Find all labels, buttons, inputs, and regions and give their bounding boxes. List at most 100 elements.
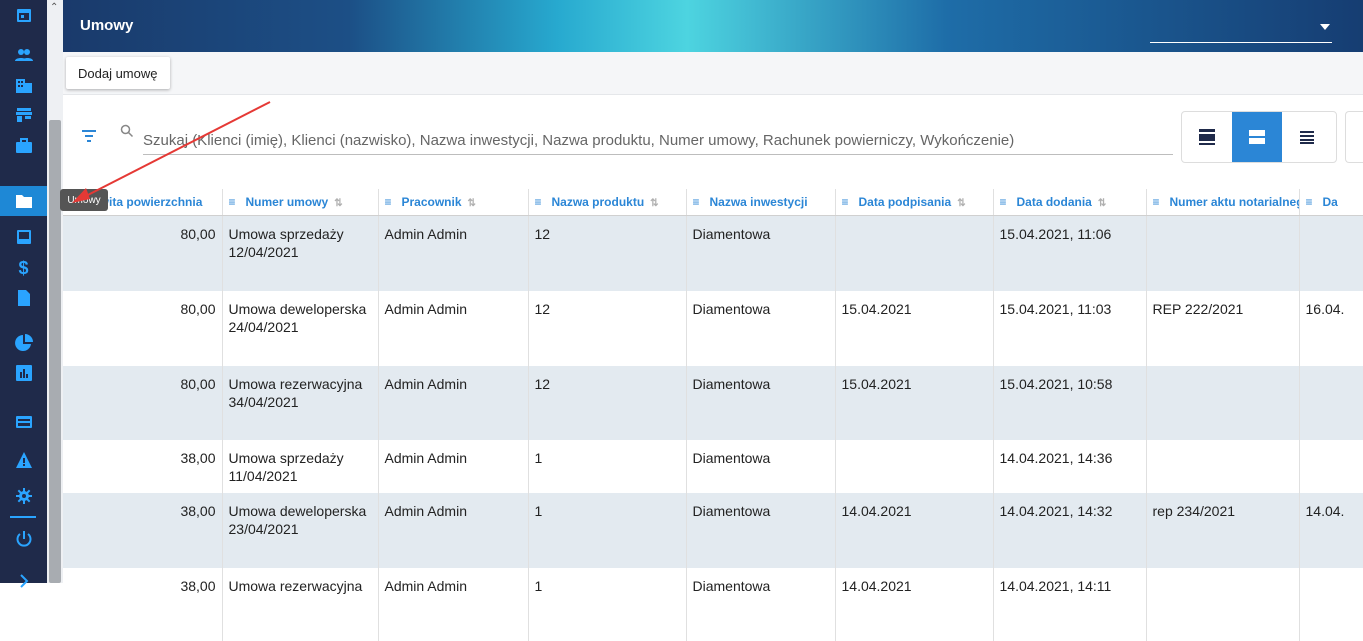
sidebar-tooltip: Umowy (60, 189, 108, 211)
table-cell: 15.04.2021, 11:06 (993, 215, 1147, 291)
sidebar-scrollbar[interactable]: ⌃ (47, 0, 63, 583)
add-contract-button[interactable]: Dodaj umowę (66, 57, 170, 89)
filter-icon[interactable]: ≡ (1153, 195, 1164, 209)
table-row[interactable]: 80,00 Umowa rezerwacyjna 34/04/2021 Admin … (63, 365, 1363, 440)
sidebar-item-inbox[interactable] (0, 222, 47, 252)
filter-icon[interactable]: ≡ (842, 195, 853, 209)
table-cell: 15.04.2021 (835, 290, 994, 366)
card-icon (15, 416, 32, 428)
table-cell: Diamentowa (686, 365, 836, 440)
briefcase-icon (15, 138, 32, 153)
filter-icon[interactable]: ≡ (693, 195, 704, 209)
view-comfortable-button[interactable] (1182, 112, 1232, 162)
table-cell: 14.04.2021, 14:36 (993, 439, 1147, 493)
contracts-table: całkowita powierzchnia ≡ Numer umowy ⇅ ≡ Pr… (63, 189, 1363, 641)
filter-icon[interactable] (82, 130, 96, 142)
chevron-right-icon (19, 574, 28, 588)
table-cell: 15.04.2021, 11:03 (993, 290, 1147, 366)
view-mode-toggle (1181, 111, 1337, 163)
search-icon (120, 124, 134, 138)
sidebar-item-documents[interactable] (0, 283, 47, 313)
table-cell: 1 (528, 567, 687, 641)
columns-button[interactable] (1345, 111, 1363, 163)
column-header[interactable]: ≡ Numer umowy ⇅ (222, 189, 379, 216)
standard-view-icon (1249, 130, 1265, 144)
table-cell: rep 234/2021 (1146, 492, 1300, 568)
sidebar-item-store[interactable] (0, 100, 47, 130)
filter-icon[interactable]: ≡ (385, 195, 396, 209)
search-input[interactable] (143, 126, 1173, 155)
sidebar-item-buildings[interactable] (0, 70, 47, 100)
table-cell (1299, 365, 1363, 440)
table-cell: 38,00 (63, 439, 223, 493)
gear-icon (15, 488, 32, 504)
sidebar-divider (10, 516, 36, 518)
sidebar-item-contracts[interactable] (0, 186, 47, 216)
table-row[interactable]: 80,00 Umowa deweloperska 24/04/2021 Admin … (63, 290, 1363, 366)
sidebar-item-calendar[interactable] (0, 0, 47, 30)
filter-icon[interactable]: ≡ (229, 195, 240, 209)
dollar-icon: $ (18, 258, 29, 278)
sidebar-item-reports[interactable] (0, 328, 47, 358)
scrollbar-thumb[interactable] (49, 120, 61, 583)
header-select[interactable] (1150, 42, 1332, 43)
table-cell (1299, 215, 1363, 291)
sidebar-item-finance[interactable]: $ (0, 253, 47, 283)
table-cell: REP 222/2021 (1146, 290, 1300, 366)
sidebar: $ (0, 0, 47, 588)
table-cell (1146, 215, 1300, 291)
sort-icon[interactable]: ⇅ (468, 198, 476, 209)
column-header[interactable]: ≡ Da (1299, 189, 1363, 216)
view-standard-button[interactable] (1232, 112, 1282, 162)
sidebar-item-alerts[interactable] (0, 445, 47, 475)
table-cell: Admin Admin (378, 567, 529, 641)
chevron-down-icon[interactable] (1320, 24, 1330, 30)
sidebar-item-logout[interactable] (0, 524, 47, 554)
filter-icon[interactable]: ≡ (1306, 195, 1317, 209)
table-cell: 12 (528, 290, 687, 366)
table-cell: Umowa sprzedaży 12/04/2021 (222, 215, 379, 291)
table-cell (835, 215, 994, 291)
sort-icon[interactable]: ⇅ (650, 198, 658, 209)
pie-chart-icon (14, 334, 33, 351)
filter-icon[interactable]: ≡ (1000, 195, 1011, 209)
column-header[interactable]: ≡ Pracownik ⇅ (378, 189, 529, 216)
sort-icon[interactable]: ⇅ (957, 198, 965, 209)
table-cell (835, 439, 994, 493)
sidebar-item-briefcase[interactable] (0, 131, 47, 161)
page-title: Umowy (80, 17, 134, 34)
file-icon (17, 290, 30, 306)
sidebar-expand[interactable] (0, 566, 47, 596)
table-cell: Diamentowa (686, 567, 836, 641)
sidebar-item-settings[interactable] (0, 481, 47, 511)
table-row[interactable]: 38,00 Umowa sprzedaży 11/04/2021 Admin Adm… (63, 439, 1363, 493)
column-header[interactable]: ≡ Nazwa produktu ⇅ (528, 189, 687, 216)
table-cell: 14.04.2021, 14:32 (993, 492, 1147, 568)
folder-icon (15, 195, 32, 208)
sort-icon[interactable]: ⇅ (1098, 198, 1106, 209)
table-cell: 15.04.2021, 10:58 (993, 365, 1147, 440)
sidebar-item-payments[interactable] (0, 407, 47, 437)
column-header[interactable]: ≡ Nazwa inwestycji (686, 189, 836, 216)
table-cell (1299, 439, 1363, 493)
column-header[interactable]: ≡ Data podpisania ⇅ (835, 189, 994, 216)
table-row[interactable]: 38,00 Umowa rezerwacyjna Admin Admin 1 Diame… (63, 567, 1363, 641)
filter-icon[interactable]: ≡ (535, 195, 546, 209)
table-row[interactable]: 80,00 Umowa sprzedaży 12/04/2021 Admin Adm… (63, 215, 1363, 291)
column-header[interactable]: ≡ Data dodania ⇅ (993, 189, 1147, 216)
buildings-icon (15, 79, 32, 93)
table-row[interactable]: 38,00 Umowa deweloperska 23/04/2021 Admin … (63, 492, 1363, 568)
warning-icon (15, 452, 32, 468)
table-cell: Umowa sprzedaży 11/04/2021 (222, 439, 379, 493)
table-cell: Diamentowa (686, 492, 836, 568)
scroll-up-icon[interactable]: ⌃ (50, 2, 58, 13)
table-cell: 14.04. (1299, 492, 1363, 568)
sort-icon[interactable]: ⇅ (334, 198, 342, 209)
sidebar-item-people[interactable] (0, 40, 47, 70)
table-cell (1146, 365, 1300, 440)
sidebar-item-statistics[interactable] (0, 358, 47, 388)
table-cell: 80,00 (63, 365, 223, 440)
table-cell: 14.04.2021, 14:11 (993, 567, 1147, 641)
column-header[interactable]: ≡ Numer aktu notarialnego (1146, 189, 1300, 216)
view-compact-button[interactable] (1282, 112, 1332, 162)
